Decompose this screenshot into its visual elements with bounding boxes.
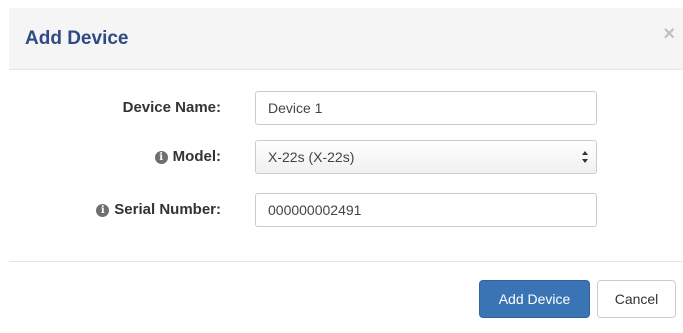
serial-number-label-text: Serial Number:: [114, 201, 221, 218]
modal-footer: Add Device Cancel: [9, 261, 683, 333]
close-icon[interactable]: ×: [663, 24, 675, 44]
serial-number-row: i Serial Number: 000000002491: [9, 193, 683, 229]
modal-header: Add Device ×: [9, 8, 683, 70]
device-name-label-text: Device Name:: [122, 99, 221, 116]
add-device-button[interactable]: Add Device: [479, 280, 590, 318]
model-select[interactable]: X-22s (X-22s): [255, 140, 597, 174]
model-label: i Model:: [154, 140, 221, 174]
model-select-value: X-22s (X-22s): [268, 149, 355, 165]
device-name-label: Device Name:: [123, 91, 221, 125]
add-device-modal: Add Device × Device Name: Device 1 i Mod…: [9, 8, 683, 333]
serial-number-input[interactable]: 000000002491: [255, 193, 597, 227]
device-name-row: Device Name: Device 1: [9, 91, 683, 127]
serial-number-label: i Serial Number:: [96, 193, 221, 227]
model-label-text: Model:: [172, 148, 221, 165]
select-arrows-icon: [582, 151, 588, 163]
modal-title: Add Device: [25, 28, 129, 49]
model-row: i Model: X-22s (X-22s): [9, 140, 683, 176]
info-circle-icon: i: [96, 203, 110, 217]
info-circle-icon: i: [154, 150, 168, 164]
device-name-input[interactable]: Device 1: [255, 91, 597, 125]
cancel-button[interactable]: Cancel: [597, 280, 676, 318]
